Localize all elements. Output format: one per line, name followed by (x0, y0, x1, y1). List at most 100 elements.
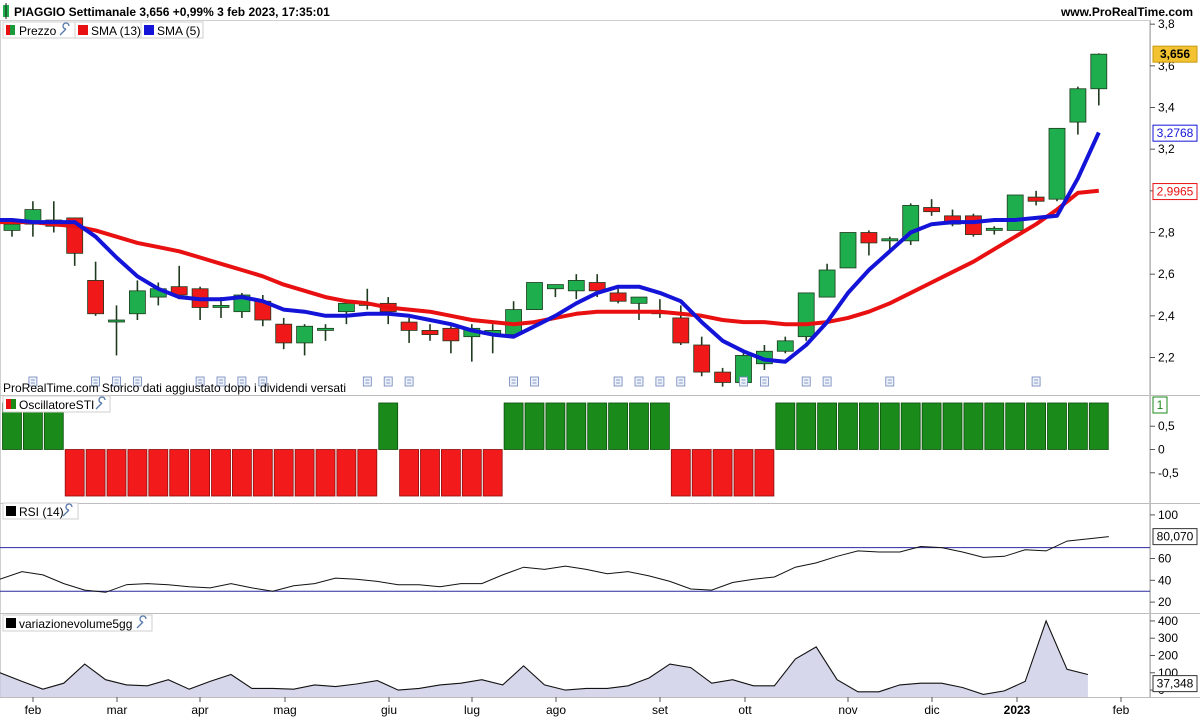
sti-bar (650, 402, 670, 450)
dividend-icon (634, 376, 644, 387)
candle-body (567, 280, 585, 292)
sti-bar (1026, 402, 1046, 450)
price-tick-label: 3,2 (1158, 142, 1175, 156)
sti-bar (211, 449, 231, 497)
chart-canvas: 3,83,63,43,232,82,62,42,20,50-0,51006040… (0, 3, 1200, 717)
sti-bar (169, 449, 190, 497)
candle-body (1006, 194, 1024, 231)
sti-bar (733, 449, 754, 497)
sti-bar (148, 449, 169, 497)
data-note: ProRealTime.com Storico dati aggiustato … (3, 381, 346, 395)
x-tick-label: lug (464, 703, 480, 717)
candle-body (923, 207, 940, 213)
rsi-tick-label: 20 (1158, 595, 1172, 609)
x-tick-label: nov (838, 703, 857, 717)
candle-body (776, 340, 794, 352)
badge-sti: 1 (1157, 398, 1164, 412)
price-legend: Prezzo SMA (13) SMA (5) (2, 21, 204, 39)
legend-vol-label: variazionevolume5gg (19, 617, 132, 631)
sti-bar (336, 449, 357, 497)
sti-bar (1068, 402, 1088, 450)
sti-bar (440, 449, 461, 497)
sti-bar (190, 449, 211, 497)
sti-bar (524, 402, 545, 450)
sti-bar (461, 449, 482, 497)
sti-tick-label: -0,5 (1158, 466, 1179, 480)
sti-bar (817, 402, 837, 450)
candle-body (212, 305, 230, 308)
rsi-tick-label: 100 (1158, 508, 1178, 522)
vol-area (0, 620, 1088, 697)
dividend-icon (362, 376, 372, 387)
sti-bar (64, 449, 85, 497)
vol-tick-label: 300 (1158, 631, 1178, 645)
axes: 3,83,63,43,232,82,62,42,20,50-0,51006040… (1150, 17, 1179, 697)
dividend-icon (404, 376, 414, 387)
dividend-icon (1031, 376, 1041, 387)
sti-bars (2, 402, 1109, 497)
sti-bar (670, 449, 691, 497)
prezzo-swatch-red-icon (6, 25, 10, 35)
badge-sma13: 2,9965 (1157, 185, 1194, 199)
x-tick-label: ago (546, 703, 566, 717)
sma5-swatch-icon (144, 25, 154, 35)
sti-bar (1047, 402, 1067, 450)
x-tick-label: apr (191, 703, 208, 717)
candle-body (965, 215, 982, 235)
sma13-swatch-icon (78, 25, 88, 35)
sti-bar (838, 402, 858, 450)
sti-legend: OscillatoreSTI (2, 395, 111, 413)
sti-bar (545, 402, 566, 450)
candle-body (839, 232, 857, 269)
badge-vol: 37,348 (1157, 677, 1194, 691)
sti-bar (85, 449, 106, 497)
dividend-icon (509, 376, 519, 387)
vol-swatch-icon (6, 618, 16, 628)
sti-bar (691, 449, 712, 497)
plot-frame (0, 20, 1150, 698)
rsi-panel (0, 536, 1150, 593)
candle-body (400, 321, 418, 331)
rsi-tick-label: 40 (1158, 573, 1172, 587)
vol-tick-label: 200 (1158, 649, 1178, 663)
sti-bar (900, 402, 921, 450)
sti-bar (252, 449, 273, 497)
price-tick-label: 3,8 (1158, 17, 1175, 31)
sti-bar (796, 402, 817, 450)
sti-bar (608, 402, 628, 450)
candle-body (881, 238, 899, 242)
candle-body (128, 290, 146, 315)
rsi-tick-label: 60 (1158, 552, 1172, 566)
sti-bar (775, 402, 796, 450)
candle-body (714, 371, 731, 383)
x-tick-label: 2023 (1004, 703, 1031, 717)
rsi-line (0, 536, 1109, 593)
sti-bar (503, 402, 524, 450)
candle-body (693, 344, 711, 373)
sti-bar (984, 402, 1005, 450)
sti-bar (587, 402, 608, 450)
vol-tick-label: 400 (1158, 614, 1178, 628)
price-tick-label: 2,6 (1158, 267, 1175, 281)
sti-bar (879, 402, 900, 450)
badge-last: 3,656 (1160, 47, 1190, 61)
brand-link[interactable]: www.ProRealTime.com (1060, 5, 1193, 19)
price-tick-label: 2,2 (1158, 351, 1175, 365)
sti-swatch-red-icon (6, 399, 11, 409)
vol-legend: variazionevolume5gg (2, 614, 153, 632)
legend-sma5-label: SMA (5) (157, 24, 200, 38)
dividend-icon (676, 376, 686, 387)
candle-body (108, 319, 125, 323)
dividend-icon (801, 376, 811, 387)
candle-body (3, 223, 21, 231)
sti-bar (127, 449, 148, 497)
rsi-swatch-icon (6, 506, 16, 516)
candle-body (526, 282, 543, 310)
sti-bar (1088, 402, 1109, 450)
candle-body (1090, 53, 1108, 90)
price-candles (3, 53, 1108, 387)
sti-bar (921, 402, 942, 450)
x-tick-label: set (652, 703, 669, 717)
candle-body (609, 292, 627, 302)
panel-frames (0, 20, 1200, 698)
